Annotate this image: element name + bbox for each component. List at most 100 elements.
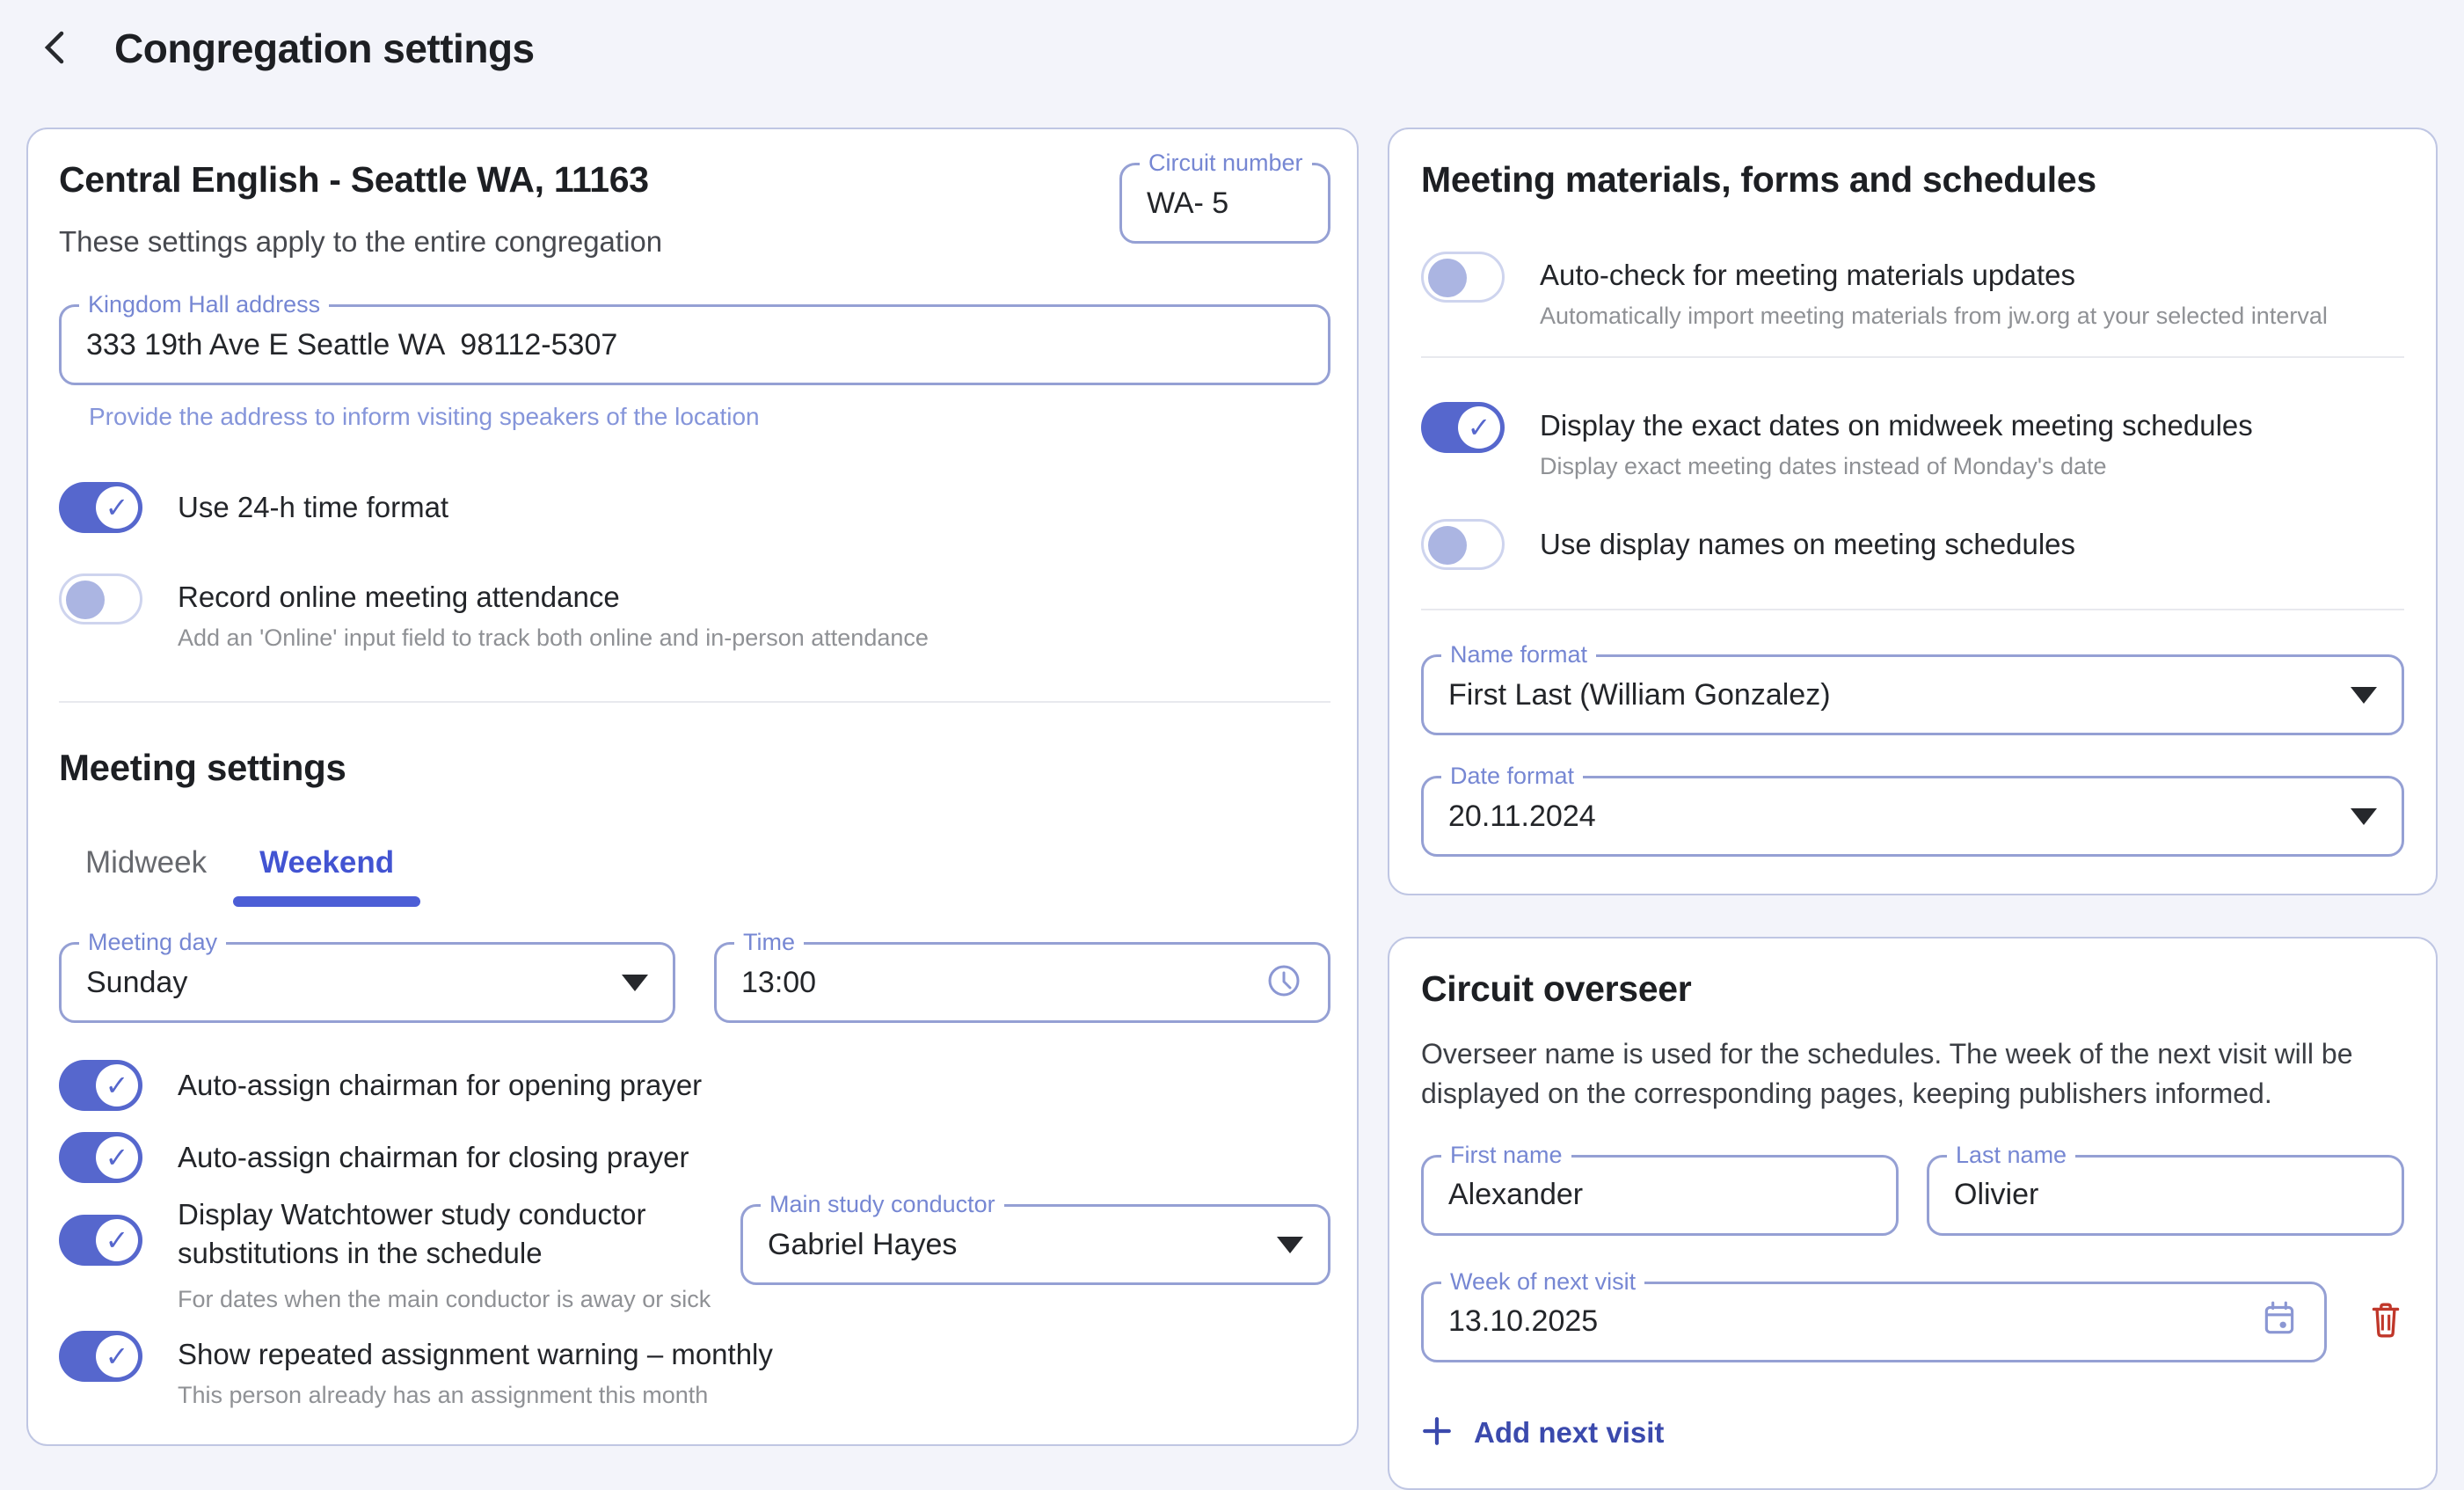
page-header: Congregation settings (0, 0, 2464, 97)
toggle-thumb (1428, 259, 1467, 297)
date-format-select[interactable]: Date format 20.11.2024 (1421, 776, 2404, 857)
week-of-next-visit-label: Week of next visit (1441, 1268, 1644, 1296)
online-attendance-row: Record online meeting attendance Add an … (59, 573, 1330, 652)
time-format-row: Use 24-h time format (59, 482, 1330, 533)
main-study-conductor-label: Main study conductor (761, 1191, 1004, 1218)
auto-check-helper: Automatically import meeting materials f… (1540, 303, 2328, 330)
exact-dates-label: Display the exact dates on midweek meeti… (1540, 409, 2253, 442)
circuit-overseer-title: Circuit overseer (1421, 968, 2404, 1010)
wt-substitutions-toggle[interactable] (59, 1215, 142, 1266)
auto-check-row: Auto-check for meeting materials updates… (1421, 252, 2404, 330)
circuit-overseer-card: Circuit overseer Overseer name is used f… (1388, 937, 2438, 1490)
opening-prayer-label: Auto-assign chairman for opening prayer (178, 1069, 702, 1102)
address-label: Kingdom Hall address (79, 291, 329, 318)
meeting-day-label: Meeting day (79, 929, 226, 956)
wt-substitutions-label: Display Watchtower study conductor subst… (178, 1195, 740, 1272)
toggle-thumb (1458, 406, 1500, 449)
repeated-warning-helper: This person already has an assignment th… (178, 1382, 773, 1409)
toggle-thumb (66, 581, 105, 619)
name-format-label: Name format (1441, 641, 1596, 668)
tab-weekend[interactable]: Weekend (233, 845, 420, 907)
first-name-value: Alexander (1448, 1178, 1583, 1212)
circuit-overseer-description: Overseer name is used for the schedules.… (1421, 1034, 2404, 1114)
add-next-visit-button[interactable]: Add next visit (1421, 1415, 2404, 1451)
tab-midweek[interactable]: Midweek (59, 845, 233, 907)
meeting-settings-title: Meeting settings (59, 747, 1330, 789)
last-name-label: Last name (1947, 1142, 2075, 1169)
circuit-number-value: WA- 5 (1147, 186, 1228, 221)
congregation-card: Central English - Seattle WA, 11163 Thes… (26, 128, 1359, 1446)
meeting-time-input[interactable]: Time 13:00 (714, 942, 1330, 1023)
week-of-next-visit-value: 13.10.2025 (1448, 1304, 1598, 1339)
display-names-row: Use display names on meeting schedules (1421, 519, 2404, 570)
last-name-value: Olivier (1954, 1178, 2038, 1212)
time-label: Time (734, 929, 804, 956)
auto-check-toggle[interactable] (1421, 252, 1505, 303)
exact-dates-row: Display the exact dates on midweek meeti… (1421, 402, 2404, 480)
name-format-select[interactable]: Name format First Last (William Gonzalez… (1421, 654, 2404, 735)
opening-prayer-row: Auto-assign chairman for opening prayer (59, 1060, 1330, 1111)
repeated-warning-toggle[interactable] (59, 1331, 142, 1382)
chevron-down-icon (622, 975, 648, 991)
circuit-number-input[interactable]: Circuit number WA- 5 (1119, 163, 1330, 244)
display-names-label: Use display names on meeting schedules (1540, 528, 2075, 561)
auto-check-label: Auto-check for meeting materials updates (1540, 259, 2328, 292)
toggle-thumb (96, 1064, 138, 1107)
back-button[interactable] (33, 26, 79, 71)
toggle-thumb (96, 1335, 138, 1377)
address-value: 333 19th Ave E Seattle WA 98112-5307 (86, 328, 617, 362)
time-format-toggle[interactable] (59, 482, 142, 533)
page-title: Congregation settings (114, 25, 535, 72)
repeated-warning-row: Show repeated assignment warning – month… (59, 1331, 1330, 1409)
address-helper: Provide the address to inform visiting s… (89, 403, 1330, 431)
toggle-thumb (1428, 526, 1467, 565)
toggle-thumb (96, 1219, 138, 1261)
meeting-day-select[interactable]: Meeting day Sunday (59, 942, 675, 1023)
week-of-next-visit-input[interactable]: Week of next visit 13.10.2025 (1421, 1282, 2327, 1362)
exact-dates-toggle[interactable] (1421, 402, 1505, 453)
kingdom-hall-address-input[interactable]: Kingdom Hall address 333 19th Ave E Seat… (59, 304, 1330, 385)
time-format-label: Use 24-h time format (178, 491, 448, 524)
closing-prayer-label: Auto-assign chairman for closing prayer (178, 1141, 689, 1174)
first-name-input[interactable]: First name Alexander (1421, 1155, 1899, 1236)
meeting-tabs: Midweek Weekend (59, 845, 1330, 907)
date-format-label: Date format (1441, 763, 1583, 790)
date-format-value: 20.11.2024 (1448, 800, 1596, 834)
exact-dates-helper: Display exact meeting dates instead of M… (1540, 453, 2253, 480)
first-name-label: First name (1441, 1142, 1571, 1169)
trash-icon (2367, 1300, 2404, 1343)
content: Central English - Seattle WA, 11163 Thes… (0, 97, 2464, 1490)
wt-substitutions-row: Display Watchtower study conductor subst… (59, 1195, 1330, 1313)
closing-prayer-toggle[interactable] (59, 1132, 142, 1183)
chevron-down-icon (2351, 808, 2377, 825)
display-names-toggle[interactable] (1421, 519, 1505, 570)
add-next-visit-label: Add next visit (1474, 1416, 1664, 1450)
congregation-subtitle: These settings apply to the entire congr… (59, 225, 662, 259)
main-study-conductor-select[interactable]: Main study conductor Gabriel Hayes (740, 1204, 1330, 1285)
chevron-down-icon (1277, 1237, 1303, 1253)
divider (59, 701, 1330, 703)
materials-title: Meeting materials, forms and schedules (1421, 159, 2404, 201)
online-attendance-helper: Add an 'Online' input field to track bot… (178, 624, 929, 652)
name-format-value: First Last (William Gonzalez) (1448, 678, 1831, 712)
chevron-down-icon (2351, 687, 2377, 704)
meeting-day-value: Sunday (86, 966, 187, 1000)
online-attendance-toggle[interactable] (59, 573, 142, 624)
divider (1421, 609, 2404, 610)
clock-icon[interactable] (1265, 961, 1303, 1004)
repeated-warning-label: Show repeated assignment warning – month… (178, 1338, 773, 1371)
time-value: 13:00 (741, 966, 816, 1000)
last-name-input[interactable]: Last name Olivier (1927, 1155, 2404, 1236)
divider (1421, 356, 2404, 358)
delete-visit-button[interactable] (2367, 1300, 2404, 1343)
online-attendance-label: Record online meeting attendance (178, 581, 929, 614)
closing-prayer-row: Auto-assign chairman for closing prayer (59, 1132, 1330, 1183)
plus-icon (1421, 1415, 1453, 1451)
chevron-left-icon (35, 26, 77, 71)
toggle-thumb (96, 486, 138, 529)
calendar-icon[interactable] (2259, 1299, 2300, 1344)
circuit-number-label: Circuit number (1140, 150, 1312, 177)
congregation-title: Central English - Seattle WA, 11163 (59, 159, 662, 201)
opening-prayer-toggle[interactable] (59, 1060, 142, 1111)
main-study-conductor-value: Gabriel Hayes (768, 1228, 957, 1262)
